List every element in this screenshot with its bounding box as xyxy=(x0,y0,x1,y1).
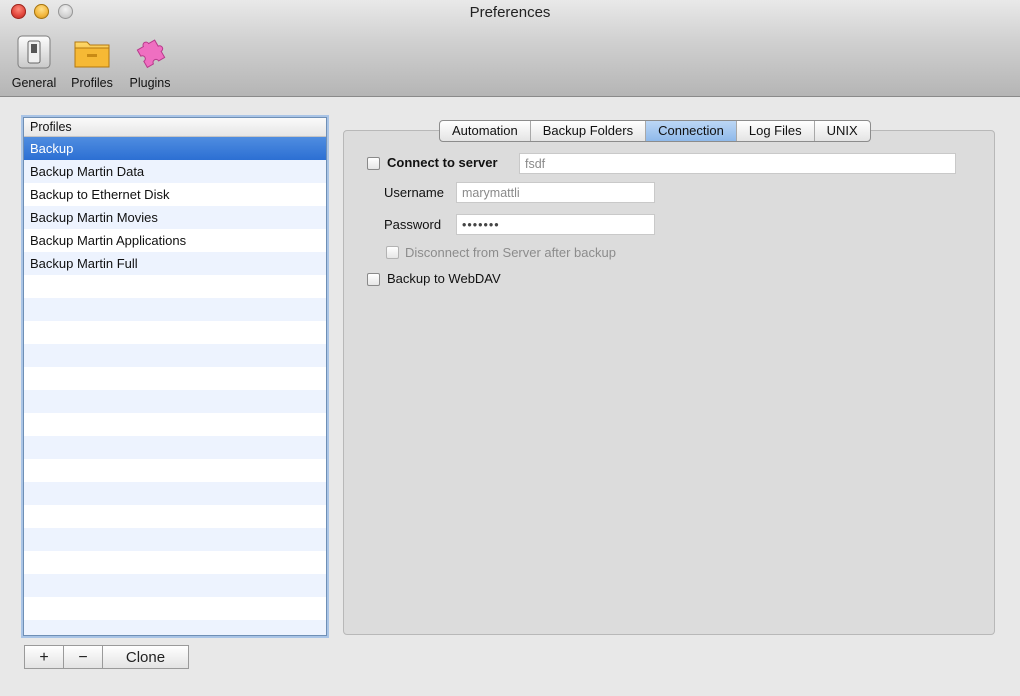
empty-row xyxy=(24,321,326,344)
empty-row xyxy=(24,528,326,551)
list-item[interactable]: Backup xyxy=(24,137,326,160)
empty-row xyxy=(24,620,326,635)
add-profile-button[interactable]: + xyxy=(24,645,64,669)
tab-unix[interactable]: UNIX xyxy=(815,121,870,141)
toolbar-general-button[interactable]: General xyxy=(6,32,62,90)
title-bar: Preferences General Profiles Plugins xyxy=(0,0,1020,97)
tab-bar: Automation Backup Folders Connection Log… xyxy=(439,120,871,142)
empty-row xyxy=(24,574,326,597)
list-item[interactable]: Backup Martin Full xyxy=(24,252,326,275)
password-label: Password xyxy=(384,217,442,232)
toolbar-plugins-label: Plugins xyxy=(129,76,171,90)
list-item[interactable]: Backup to Ethernet Disk xyxy=(24,183,326,206)
toolbar-profiles-label: Profiles xyxy=(71,76,113,90)
preferences-window: Preferences General Profiles Plugins Pro… xyxy=(0,0,1020,696)
empty-row xyxy=(24,367,326,390)
tab-panel xyxy=(343,130,995,635)
username-field[interactable]: marymattli xyxy=(456,182,655,203)
profiles-rows: Backup Backup Martin Data Backup to Ethe… xyxy=(24,137,326,635)
folder-icon xyxy=(72,32,112,72)
backup-to-webdav-label: Backup to WebDAV xyxy=(387,271,501,286)
connect-to-server-checkbox[interactable] xyxy=(367,157,380,170)
tab-backup-folders[interactable]: Backup Folders xyxy=(531,121,647,141)
empty-row xyxy=(24,597,326,620)
window-title: Preferences xyxy=(469,4,551,21)
empty-row xyxy=(24,551,326,574)
list-item[interactable]: Backup Martin Data xyxy=(24,160,326,183)
empty-row xyxy=(24,298,326,321)
tab-log-files[interactable]: Log Files xyxy=(737,121,815,141)
empty-row xyxy=(24,436,326,459)
profiles-list-header: Profiles xyxy=(24,118,326,137)
username-label: Username xyxy=(384,185,444,200)
empty-row xyxy=(24,482,326,505)
empty-row xyxy=(24,390,326,413)
clone-profile-button[interactable]: Clone xyxy=(102,645,189,669)
tab-automation[interactable]: Automation xyxy=(440,121,531,141)
list-item[interactable]: Backup Martin Applications xyxy=(24,229,326,252)
puzzle-piece-icon xyxy=(130,32,170,72)
empty-row xyxy=(24,344,326,367)
backup-to-webdav-checkbox[interactable] xyxy=(367,273,380,286)
toolbar-general-label: General xyxy=(11,76,57,90)
empty-row xyxy=(24,413,326,436)
empty-row xyxy=(24,275,326,298)
server-address-field[interactable]: fsdf xyxy=(519,153,956,174)
empty-row xyxy=(24,505,326,528)
profiles-list[interactable]: Profiles Backup Backup Martin Data Backu… xyxy=(23,117,327,636)
remove-profile-button[interactable]: − xyxy=(63,645,103,669)
toolbar-profiles-button[interactable]: Profiles xyxy=(64,32,120,90)
list-item[interactable]: Backup Martin Movies xyxy=(24,206,326,229)
toolbar-plugins-button[interactable]: Plugins xyxy=(122,32,178,90)
connect-to-server-label: Connect to server xyxy=(387,155,498,170)
disconnect-after-backup-label: Disconnect from Server after backup xyxy=(405,245,616,260)
disconnect-after-backup-checkbox[interactable] xyxy=(386,246,399,259)
password-field[interactable]: ••••••• xyxy=(456,214,655,235)
empty-row xyxy=(24,459,326,482)
tab-connection[interactable]: Connection xyxy=(646,121,737,141)
switch-panel-icon xyxy=(14,32,54,72)
